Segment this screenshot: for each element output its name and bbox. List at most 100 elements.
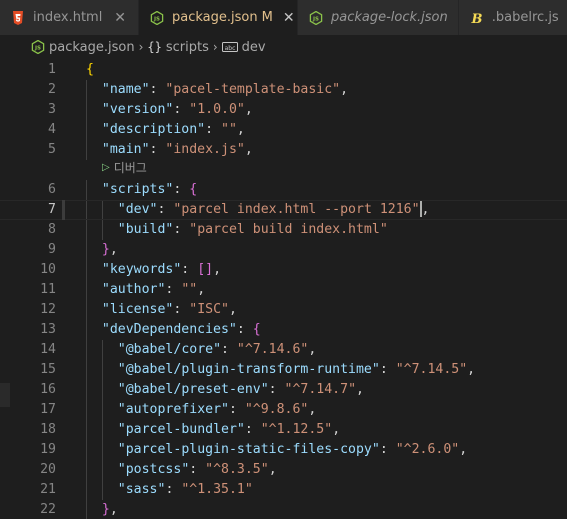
code-line: 17 "autoprefixer": "^9.8.6",	[0, 400, 567, 420]
code-line: 7 "dev": "parcel index.html --port 1216",	[0, 200, 567, 220]
indent-guide	[86, 400, 87, 420]
code-editor[interactable]: 1{2 "name": "pacel-template-basic", 3 "vers…	[0, 59, 567, 519]
breadcrumb-scripts[interactable]: {} scripts	[147, 40, 208, 55]
indent-guide	[101, 220, 103, 240]
colon-token: :	[149, 142, 166, 157]
code-line: 10 "keywords": [],	[0, 260, 567, 280]
indent-guide	[86, 500, 87, 519]
punctuation-token: ,	[332, 422, 341, 437]
colon-token: :	[228, 402, 245, 417]
code-content: {	[86, 60, 94, 80]
colon-token: :	[173, 182, 190, 197]
punctuation-token: ,	[467, 362, 476, 377]
close-icon[interactable]: ✕	[112, 10, 128, 26]
punctuation-token: ,	[244, 142, 253, 157]
code-content: "keywords": [],	[102, 260, 221, 280]
line-number: 20	[40, 462, 56, 477]
indent-guide	[86, 360, 87, 380]
punctuation-token: ,	[308, 402, 317, 417]
code-line: 21 "sass": "^1.35.1"	[0, 480, 567, 500]
close-icon[interactable]: ✕	[283, 10, 295, 26]
modified-line-marker	[62, 200, 65, 220]
punctuation-token: ,	[236, 122, 245, 137]
indent-guide	[86, 120, 87, 140]
code-content: "@babel/plugin-transform-runtime": "^7.1…	[118, 360, 475, 380]
line-number: 22	[40, 502, 56, 517]
code-content: "name": "pacel-template-basic",	[102, 80, 348, 100]
code-line: 13 "devDependencies": {	[0, 320, 567, 340]
code-content: "postcss": "^8.3.5",	[118, 460, 277, 480]
debug-codelens[interactable]: ▷ 디버그	[102, 158, 147, 178]
tab-index-html[interactable]: index.html ✕	[0, 0, 139, 35]
indent-guide	[101, 380, 103, 400]
tab-label: package.json	[172, 10, 258, 25]
punctuation-token: ,	[459, 442, 468, 457]
json-string-value: "^7.14.7"	[284, 382, 357, 397]
code-content: "sass": "^1.35.1"	[118, 480, 253, 500]
json-key: "postcss"	[117, 462, 190, 477]
line-number: 3	[48, 102, 56, 117]
indent-guide	[86, 220, 87, 240]
indent-guide	[86, 380, 87, 400]
code-line: 2 "name": "pacel-template-basic",	[0, 80, 567, 100]
breadcrumb-file[interactable]: JS package.json	[31, 40, 135, 55]
brace-token: }	[101, 242, 110, 257]
colon-token: :	[173, 302, 190, 317]
json-key: "license"	[101, 302, 174, 317]
indent-guide	[86, 140, 87, 160]
line-number: 9	[48, 242, 56, 257]
chevron-right-icon: ›	[138, 40, 144, 54]
editor-tab-bar: index.html ✕ JS package.json M ✕ JS pack…	[0, 0, 567, 35]
punctuation-token: ,	[340, 82, 349, 97]
json-key: "description"	[101, 122, 206, 137]
indent-guide	[101, 480, 103, 500]
code-line: 8 "build": "parcel build index.html"	[0, 220, 567, 240]
chevron-right-icon: ›	[212, 40, 218, 54]
tab-package-json[interactable]: JS package.json M ✕	[139, 0, 298, 35]
code-line: 20 "postcss": "^8.3.5",	[0, 460, 567, 480]
indent-guide	[101, 201, 103, 219]
code-line: 5 "main": "index.js",	[0, 140, 567, 160]
line-number: 1	[48, 62, 56, 77]
json-string-value: "index.js"	[165, 142, 245, 157]
punctuation-token: ,	[244, 102, 253, 117]
json-string-value: "^1.35.1"	[181, 482, 253, 497]
code-content: "scripts": {	[102, 180, 197, 200]
babel-icon: B	[469, 10, 485, 26]
line-number: 18	[40, 422, 56, 437]
json-key: "name"	[101, 82, 150, 97]
line-number: 15	[40, 362, 56, 377]
line-number: 8	[48, 222, 56, 237]
line-number: 21	[40, 482, 56, 497]
tab-package-lock-json[interactable]: JS package-lock.json	[298, 0, 459, 35]
indent-guide	[86, 460, 87, 480]
punctuation-token: ,	[109, 502, 118, 517]
indent-guide	[101, 400, 103, 420]
colon-token: :	[181, 262, 198, 277]
punctuation-token: ,	[213, 262, 222, 277]
colon-token: :	[205, 122, 221, 137]
tab-babelrc-js[interactable]: B .babelrc.js	[458, 0, 567, 35]
json-key: "@babel/core"	[117, 342, 222, 357]
punctuation-token: ,	[356, 382, 364, 397]
punctuation-token: ,	[197, 282, 206, 297]
punctuation-token: ,	[421, 202, 430, 217]
breadcrumb-dev[interactable]: abc dev	[221, 40, 266, 55]
indent-guide	[101, 460, 103, 480]
indent-guide	[101, 420, 103, 440]
line-number: 14	[40, 342, 56, 357]
nodejs-icon: JS	[308, 10, 324, 26]
json-key: "keywords"	[101, 262, 182, 277]
code-line: 16 "@babel/preset-env": "^7.14.7",	[0, 380, 567, 400]
indent-guide	[86, 180, 87, 200]
code-line: 15 "@babel/plugin-transform-runtime": "^7…	[0, 360, 567, 380]
code-content: "main": "index.js",	[102, 140, 253, 160]
json-key: "scripts"	[101, 182, 174, 197]
html5-icon	[10, 10, 26, 26]
indent-guide	[86, 100, 87, 120]
indent-guide	[86, 300, 87, 320]
line-number: 11	[40, 282, 56, 297]
brace-token: {	[252, 322, 261, 337]
object-braces-icon: {}	[147, 40, 162, 54]
code-line: 19 "parcel-plugin-static-files-copy": "^2…	[0, 440, 567, 460]
